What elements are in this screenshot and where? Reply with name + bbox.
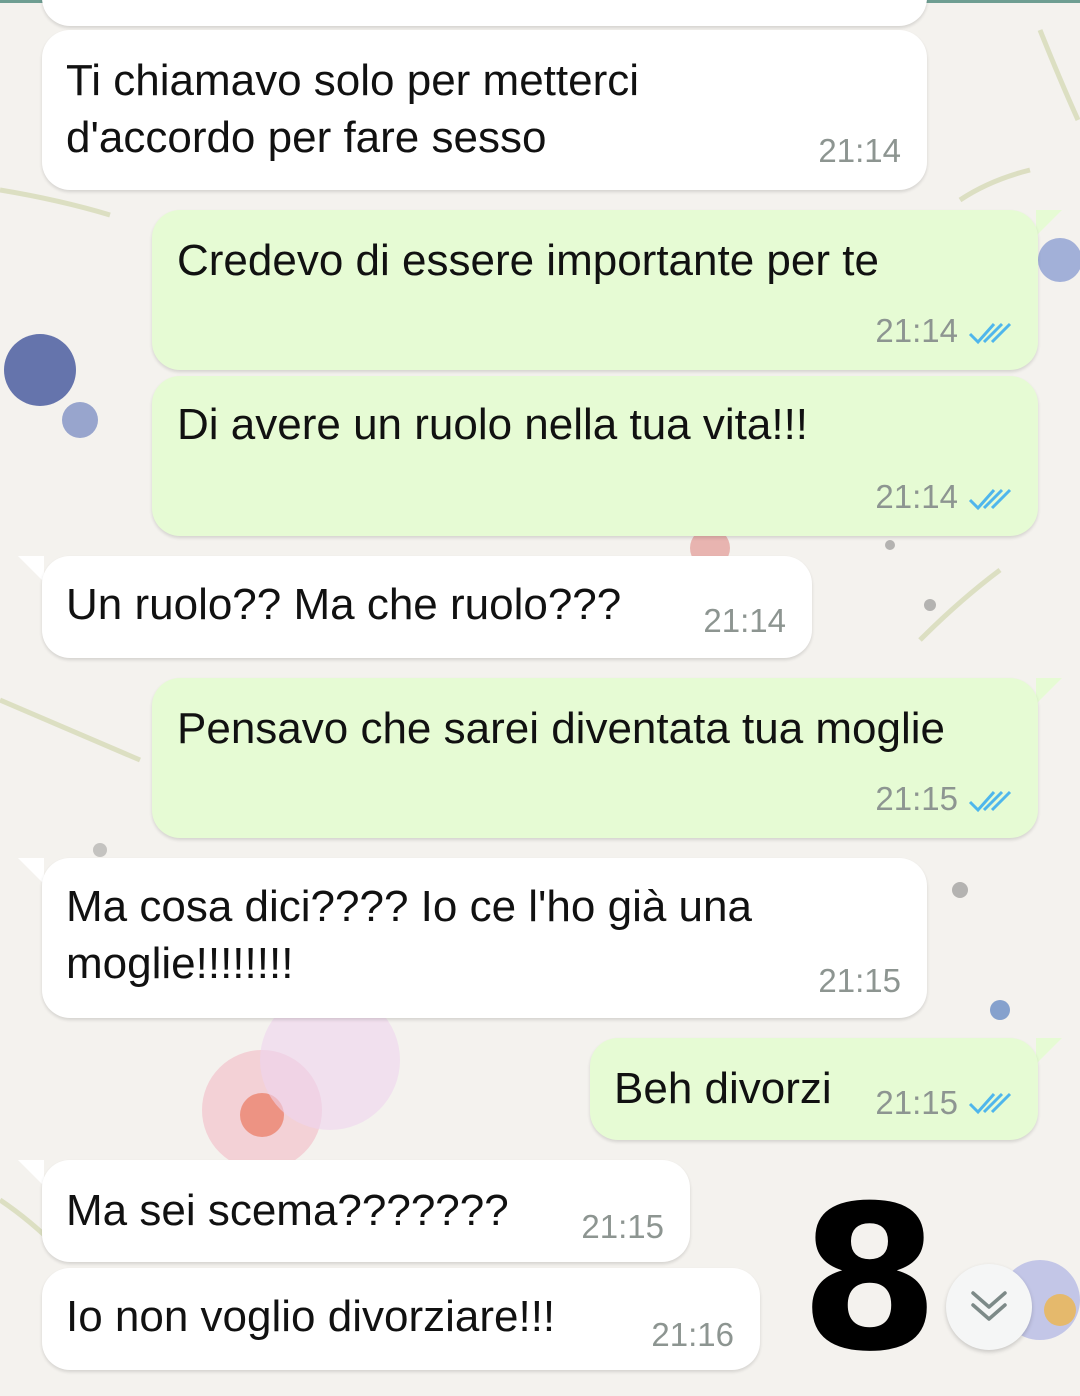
message-bubble-incoming[interactable]: Ti chiamavo solo per metterci d'accordo …	[42, 30, 927, 190]
message-text: Ti chiamavo solo per metterci d'accordo …	[66, 56, 640, 162]
bubble-tail	[18, 1160, 44, 1186]
double-check-icon	[968, 488, 1012, 511]
double-check-icon	[968, 790, 1012, 813]
double-check-icon	[968, 1092, 1012, 1115]
message-bubble-outgoing[interactable]: Credevo di essere importante per te 21:1…	[152, 210, 1038, 370]
message-time: 21:14	[703, 602, 786, 639]
message-time: 21:14	[818, 132, 901, 169]
bubble-tail	[1036, 210, 1062, 236]
message-text: Ma sei scema???????	[66, 1186, 509, 1235]
message-time: 21:16	[651, 1316, 734, 1353]
previous-message-bubble[interactable]	[42, 0, 927, 26]
overlay-number: 8	[800, 1163, 940, 1396]
message-text: Pensavo che sarei diventata tua moglie	[177, 704, 946, 753]
scroll-to-bottom-button[interactable]	[946, 1264, 1032, 1350]
bubble-tail	[1036, 1038, 1062, 1064]
message-text: Un ruolo?? Ma che ruolo???	[66, 580, 622, 629]
message-time: 21:15	[875, 780, 958, 817]
message-bubble-outgoing[interactable]: Di avere un ruolo nella tua vita!!! 21:1…	[152, 376, 1038, 536]
chevron-double-down-icon	[971, 1291, 1007, 1321]
message-bubble-incoming[interactable]: Ma cosa dici???? Io ce l'ho già una mogl…	[42, 858, 927, 1018]
message-bubble-incoming[interactable]: Io non voglio divorziare!!! 21:16	[42, 1268, 760, 1370]
message-time: 21:15	[581, 1208, 664, 1245]
message-text: Io non voglio divorziare!!!	[66, 1292, 556, 1341]
double-check-icon	[968, 322, 1012, 345]
message-text: Beh divorzi	[614, 1064, 832, 1113]
bubble-tail	[1036, 678, 1062, 704]
message-time: 21:14	[875, 312, 958, 349]
message-text: Di avere un ruolo nella tua vita!!!	[177, 400, 809, 449]
message-time: 21:15	[875, 1084, 958, 1121]
message-text: Ma cosa dici???? Io ce l'ho già una mogl…	[66, 882, 752, 988]
message-text: Credevo di essere importante per te	[177, 236, 879, 285]
message-bubble-outgoing[interactable]: Beh divorzi 21:15	[590, 1038, 1038, 1140]
message-bubble-incoming[interactable]: Un ruolo?? Ma che ruolo??? 21:14	[42, 556, 812, 658]
message-time: 21:15	[818, 962, 901, 999]
message-bubble-outgoing[interactable]: Pensavo che sarei diventata tua moglie 2…	[152, 678, 1038, 838]
bubble-tail	[18, 556, 44, 582]
message-time: 21:14	[875, 478, 958, 515]
message-bubble-incoming[interactable]: Ma sei scema??????? 21:15	[42, 1160, 690, 1262]
bubble-tail	[18, 858, 44, 884]
